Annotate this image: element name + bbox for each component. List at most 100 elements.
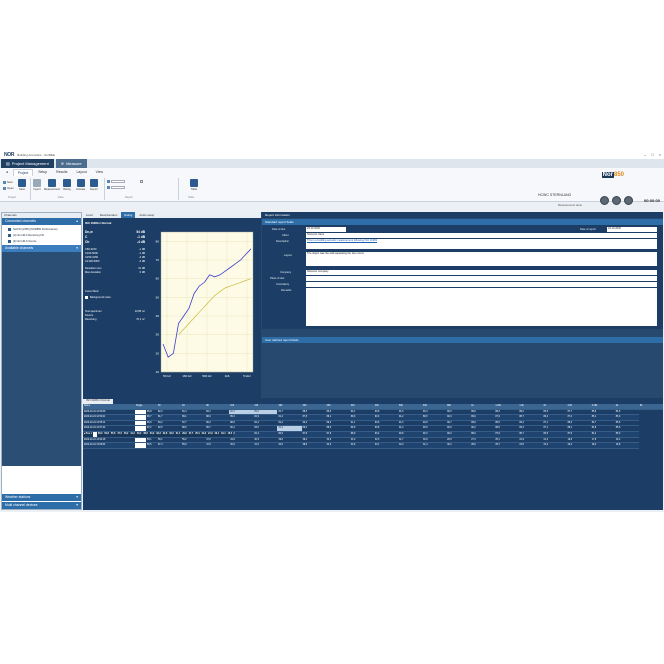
device-label: [1] Nor HR-6 Receiving FR bbox=[13, 233, 44, 237]
multi-channel-header[interactable]: Multi channel devices ▾ bbox=[2, 502, 81, 509]
table-row[interactable]: 2020-10-24 13:05:02 58,5 57,4 55,9 47,9 45,6 4… bbox=[83, 442, 663, 449]
dropdown[interactable] bbox=[111, 180, 125, 183]
dropdown[interactable] bbox=[111, 186, 125, 189]
close-icon[interactable]: × bbox=[659, 152, 661, 157]
place-field[interactable] bbox=[306, 276, 657, 281]
band-value: 86,3 bbox=[205, 420, 230, 427]
background-noise-option[interactable]: Background noise bbox=[85, 296, 145, 299]
column-header[interactable]: 315 bbox=[349, 404, 374, 410]
ribbon: ◂ Project Setup Results Layout View New … bbox=[0, 168, 664, 207]
column-header[interactable]: 2k bbox=[542, 404, 567, 410]
ribbon-tab-setup[interactable]: Setup bbox=[34, 169, 51, 176]
column-header[interactable]: 80 bbox=[205, 404, 230, 410]
column-header[interactable]: 400 bbox=[373, 404, 398, 410]
date-of-test-field[interactable]: 24.10.2020 bbox=[306, 227, 346, 232]
minimize-icon[interactable]: – bbox=[644, 152, 646, 157]
column-header[interactable]: 2.5k bbox=[566, 404, 591, 410]
row-checkbox[interactable] bbox=[135, 420, 146, 427]
maximize-icon[interactable]: □ bbox=[651, 152, 653, 157]
tab-measure[interactable]: ≋ Measure bbox=[55, 159, 87, 168]
column-header[interactable]: 630 bbox=[422, 404, 447, 410]
table-tab[interactable]: ISO 16283-1 Normal bbox=[83, 399, 113, 404]
tab-project-management[interactable]: ▤ Project Management bbox=[1, 159, 54, 168]
column-header[interactable]: 50 bbox=[157, 404, 182, 410]
button-label: Import bbox=[33, 188, 41, 191]
table-header-row: Name Single 50 63 80 100 125 160 200 250 315 400 500… bbox=[83, 404, 663, 410]
band-value: 45,6 bbox=[229, 442, 254, 449]
ribbon-tab-layout[interactable]: Layout bbox=[72, 169, 90, 176]
uncertainty-field[interactable] bbox=[306, 282, 657, 287]
date-of-report-field[interactable]: 24.10.2020 bbox=[607, 227, 657, 232]
table-row[interactable]: 2020-10-24 12:55:14 96,9 83,2 87,7 86,3 88,5 8… bbox=[83, 420, 663, 427]
weather-stations-header[interactable]: Weather stations ▾ bbox=[2, 494, 81, 501]
new-button[interactable]: New bbox=[3, 180, 13, 184]
rating-button[interactable]: Rating bbox=[63, 179, 71, 191]
column-header[interactable]: 3.15k bbox=[590, 404, 615, 410]
report-option-2[interactable] bbox=[107, 186, 125, 189]
column-header[interactable]: Single bbox=[135, 404, 157, 410]
stop-button[interactable] bbox=[600, 196, 609, 205]
report-checkbox[interactable] bbox=[140, 180, 143, 183]
activate-button[interactable]: Activate bbox=[76, 179, 85, 191]
column-header[interactable]: 250 bbox=[325, 404, 350, 410]
connected-channels-header[interactable]: Connected channels ▴ bbox=[2, 218, 81, 225]
column-header[interactable]: 1k bbox=[470, 404, 495, 410]
column-header[interactable]: 125 bbox=[253, 404, 278, 410]
ribbon-tab-results[interactable]: Results bbox=[52, 169, 71, 176]
report-option-1[interactable] bbox=[107, 180, 125, 183]
device-name: HCWC STERNLANG bbox=[538, 193, 572, 197]
column-header[interactable]: 1.25k bbox=[494, 404, 519, 410]
ribbon-back-icon[interactable]: ◂ bbox=[2, 169, 12, 176]
description-field[interactable]: This is a building acoustic measurement … bbox=[306, 239, 657, 249]
application-window: NOR Building Acoustics - NorBEE – □ × ▤ … bbox=[0, 150, 664, 512]
band-value: 18,4 bbox=[590, 442, 615, 449]
ribbon-tab-project[interactable]: Project bbox=[12, 169, 34, 176]
window-title: Building Acoustics - NorBEE bbox=[17, 152, 55, 157]
export-button[interactable]: Export bbox=[90, 179, 98, 191]
remarks-field[interactable] bbox=[306, 288, 657, 326]
column-header[interactable]: 160 bbox=[277, 404, 302, 410]
band-value: 31,4 bbox=[422, 442, 447, 449]
column-header[interactable]: 1.6k bbox=[518, 404, 543, 410]
device-item[interactable]: [2] Nor HR-6 Source bbox=[2, 237, 81, 243]
available-channels-header[interactable]: Available channels ▾ bbox=[2, 245, 81, 252]
checkbox[interactable] bbox=[85, 296, 88, 299]
open-button[interactable]: Open bbox=[3, 186, 14, 190]
ribbon-tab-view[interactable]: View bbox=[92, 169, 107, 176]
expand-icon: ▾ bbox=[76, 495, 78, 499]
add-icon: ▾ bbox=[76, 246, 78, 250]
column-header[interactable]: 200 bbox=[301, 404, 326, 410]
save-button[interactable]: Save bbox=[18, 179, 26, 191]
client-field[interactable]: Norsonic client bbox=[306, 233, 657, 238]
layout-field[interactable]: The object was the wall separating the t… bbox=[306, 252, 657, 266]
band-value: 88,7 bbox=[518, 431, 543, 438]
row-checkbox[interactable] bbox=[135, 442, 146, 449]
column-header[interactable]: 63 bbox=[181, 404, 206, 410]
divider bbox=[178, 178, 179, 200]
y-tick-label: 30 bbox=[156, 333, 160, 337]
column-header[interactable]: 100 bbox=[229, 404, 254, 410]
band-value: 87,7 bbox=[181, 420, 206, 427]
table-row[interactable]: ▸ Pos 1 58,3 56,8 55,6 47,5 45,2 41,2 40,2 38,6 3… bbox=[83, 432, 234, 438]
checkbox[interactable] bbox=[140, 180, 143, 183]
row-name: 2020-10-24 13:05:02 bbox=[83, 442, 135, 449]
band-value: 28,0 bbox=[470, 442, 495, 449]
play-button[interactable] bbox=[612, 196, 621, 205]
band-value: 55,9 bbox=[181, 442, 206, 449]
date-of-test-label: Date of test bbox=[272, 228, 286, 231]
wave-icon: ≋ bbox=[60, 161, 65, 166]
column-header[interactable]: 500 bbox=[397, 404, 423, 410]
column-header[interactable]: 5k bbox=[638, 404, 663, 410]
rating-parameter: Dn,w 54 dB bbox=[85, 230, 145, 234]
measurement-button[interactable]: Measurement bbox=[44, 179, 60, 191]
parameter-name: C bbox=[85, 235, 88, 239]
table-button[interactable]: Table bbox=[190, 179, 198, 191]
column-header[interactable]: 800 bbox=[446, 404, 471, 410]
pause-button[interactable] bbox=[624, 196, 633, 205]
user-defined-fields-header[interactable]: User defined report fields bbox=[262, 337, 663, 343]
company-field[interactable]: Norsonic company bbox=[306, 270, 657, 275]
tab-label: Measure bbox=[66, 161, 82, 166]
band-value: 32,3 bbox=[397, 442, 423, 449]
column-header[interactable]: 4k bbox=[614, 404, 639, 410]
import-button[interactable]: Import bbox=[33, 179, 41, 191]
